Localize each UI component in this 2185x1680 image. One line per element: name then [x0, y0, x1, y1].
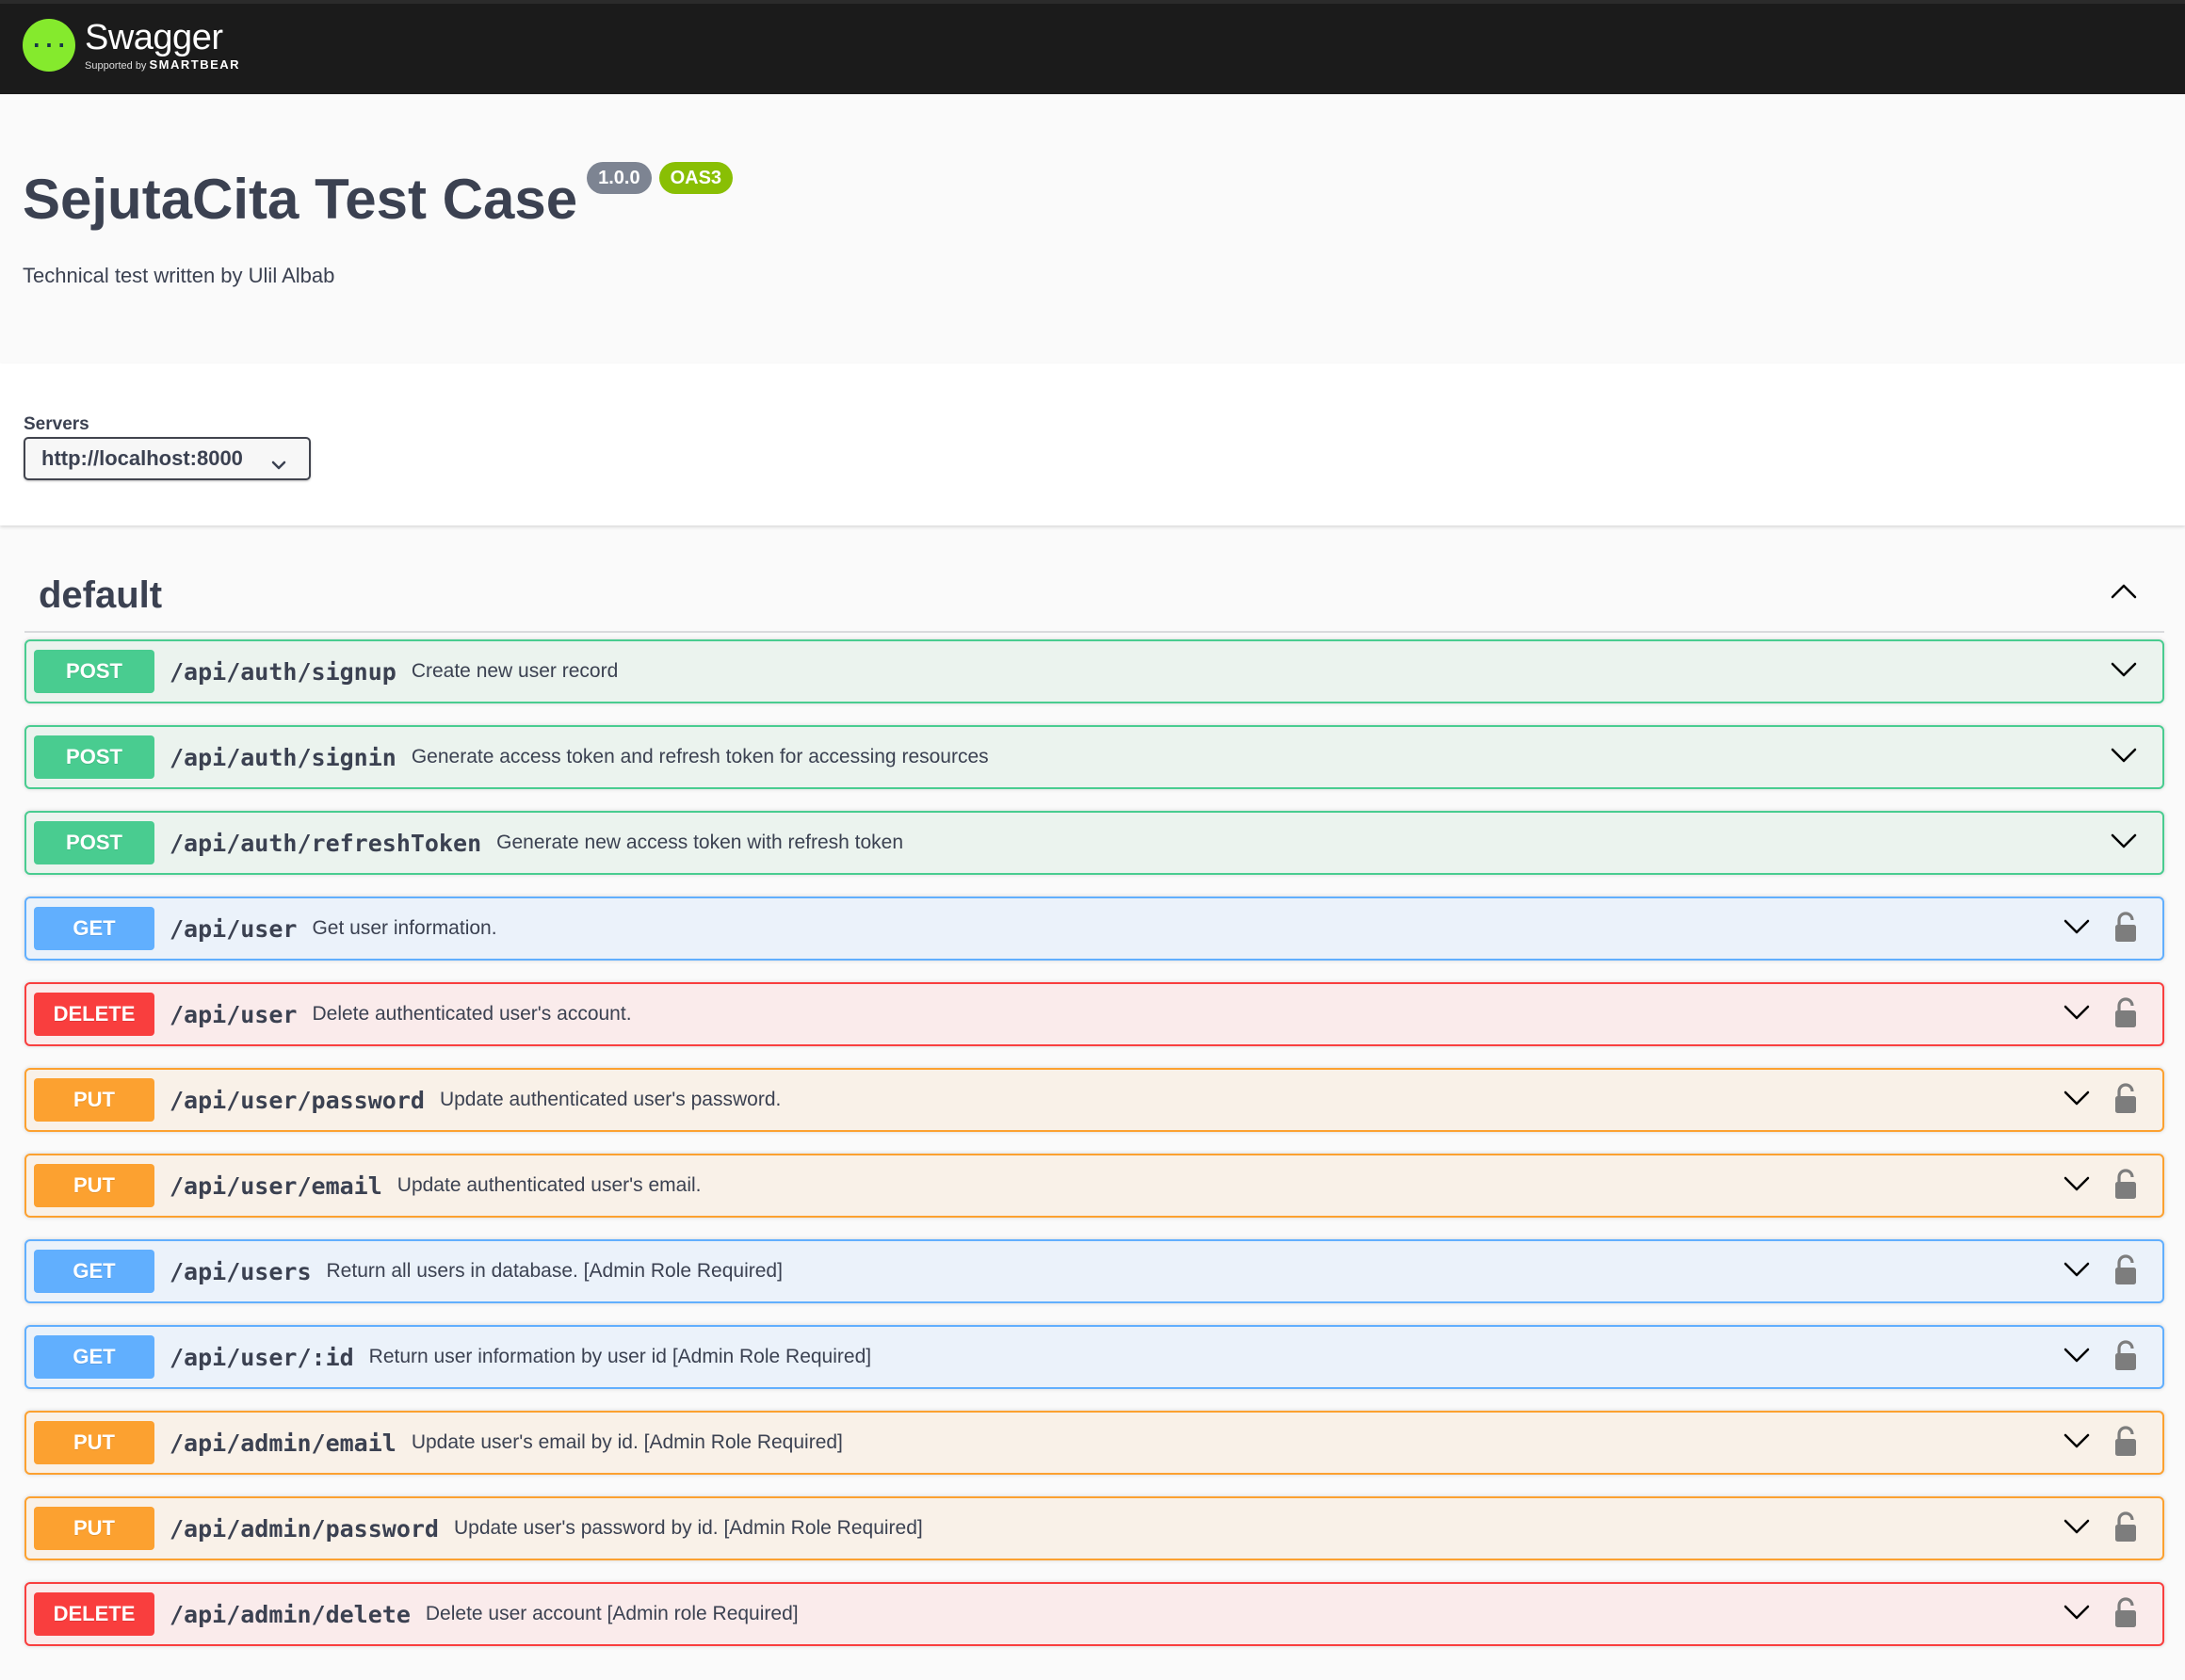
operation-row[interactable]: GET/api/user/:id Return user information … — [24, 1325, 2164, 1389]
operation-path: /api/admin/delete — [170, 1600, 411, 1628]
operation-row[interactable]: DELETE/api/admin/delete Delete user accou… — [24, 1582, 2164, 1646]
operation-summary: Update user's password by id. [Admin Rol… — [453, 1517, 923, 1539]
operation-row[interactable]: POST/api/auth/refreshToken Generate new a… — [24, 811, 2164, 875]
chevron-down-icon[interactable] — [2063, 1089, 2091, 1112]
operation-path: /api/auth/refreshToken — [170, 829, 482, 857]
operations-list: POST/api/auth/signup Create new user reco… — [24, 639, 2164, 1668]
method-badge: DELETE — [34, 993, 154, 1036]
chevron-down-icon[interactable] — [2063, 1174, 2091, 1198]
operation-path: /api/user — [170, 1000, 298, 1028]
lock-icon[interactable] — [2113, 912, 2138, 948]
tag-name: default — [39, 574, 163, 616]
operation-path: /api/admin/email — [170, 1429, 397, 1457]
operation-row[interactable]: GET/api/user Get user information. — [24, 897, 2164, 961]
lock-icon[interactable] — [2113, 1511, 2138, 1548]
lock-icon[interactable] — [2113, 1169, 2138, 1205]
operation-row[interactable]: PUT/api/user/password Update authenticate… — [24, 1068, 2164, 1132]
operation-path: /api/user/password — [170, 1086, 425, 1114]
supported-prefix: Supported by — [85, 59, 147, 72]
chevron-down-icon — [271, 452, 286, 477]
method-badge: GET — [34, 1250, 154, 1293]
topbar: {···} Swagger Supported by SMARTBEAR — [0, 0, 2185, 94]
operation-summary: Return user information by user id [Admi… — [368, 1346, 872, 1367]
operation-row[interactable]: GET/api/users Return all users in databas… — [24, 1239, 2164, 1303]
operation-row[interactable]: DELETE/api/user Delete authenticated user… — [24, 982, 2164, 1046]
operation-summary: Create new user record — [411, 660, 619, 682]
api-title: SejutaCita Test Case — [23, 168, 578, 231]
tag-header-default[interactable]: default — [24, 559, 2164, 633]
operation-path: /api/user/email — [170, 1171, 382, 1200]
method-badge: DELETE — [34, 1592, 154, 1636]
operation-summary: Update authenticated user's email. — [397, 1174, 702, 1196]
supported-by: Supported by SMARTBEAR — [85, 58, 240, 72]
operation-summary: Update authenticated user's password. — [439, 1089, 782, 1110]
oas-badge: OAS3 — [658, 162, 734, 194]
operation-summary: Delete user account [Admin role Required… — [425, 1603, 799, 1624]
version-badge: 1.0.0 — [587, 162, 652, 194]
lock-icon[interactable] — [2113, 1254, 2138, 1291]
chevron-down-icon[interactable] — [2110, 746, 2138, 769]
api-description: Technical test written by Ulil Albab — [23, 264, 335, 287]
lock-icon[interactable] — [2113, 1597, 2138, 1634]
operation-path: /api/users — [170, 1257, 312, 1285]
method-badge: POST — [34, 821, 154, 864]
chevron-down-icon[interactable] — [2063, 1431, 2091, 1455]
method-badge: POST — [34, 735, 154, 779]
swagger-braces-icon: {···} — [23, 19, 75, 72]
operation-path: /api/admin/password — [170, 1514, 439, 1543]
lock-icon[interactable] — [2113, 997, 2138, 1034]
chevron-down-icon[interactable] — [2110, 660, 2138, 684]
operation-row[interactable]: PUT/api/admin/password Update user's pass… — [24, 1496, 2164, 1560]
operation-summary: Generate new access token with refresh t… — [496, 832, 904, 853]
method-badge: PUT — [34, 1164, 154, 1207]
operation-summary: Update user's email by id. [Admin Role R… — [411, 1431, 843, 1453]
operation-summary: Generate access token and refresh token … — [411, 746, 989, 767]
operation-path: /api/user/:id — [170, 1343, 354, 1371]
chevron-down-icon[interactable] — [2063, 1260, 2091, 1284]
chevron-down-icon[interactable] — [2063, 1346, 2091, 1369]
lock-icon[interactable] — [2113, 1426, 2138, 1462]
operation-row[interactable]: POST/api/auth/signin Generate access toke… — [24, 725, 2164, 789]
api-info: SejutaCita Test Case 1.0.0 OAS3 Technica… — [0, 94, 2185, 363]
operation-summary: Return all users in database. [Admin Rol… — [326, 1260, 783, 1282]
swagger-logo-link[interactable]: {···} Swagger Supported by SMARTBEAR — [23, 19, 240, 72]
chevron-down-icon[interactable] — [2063, 1517, 2091, 1541]
servers-label: Servers — [24, 414, 89, 434]
operation-summary: Delete authenticated user's account. — [312, 1003, 632, 1025]
chevron-down-icon[interactable] — [2063, 1003, 2091, 1026]
operation-path: /api/auth/signup — [170, 657, 397, 686]
operation-row[interactable]: PUT/api/admin/email Update user's email b… — [24, 1411, 2164, 1475]
lock-icon[interactable] — [2113, 1340, 2138, 1377]
method-badge: POST — [34, 650, 154, 693]
method-badge: PUT — [34, 1078, 154, 1122]
method-badge: GET — [34, 1335, 154, 1379]
operation-path: /api/user — [170, 914, 298, 943]
svg-text:{···}: {···} — [30, 35, 68, 58]
supported-brand: SMARTBEAR — [149, 57, 241, 72]
operation-row[interactable]: POST/api/auth/signup Create new user reco… — [24, 639, 2164, 703]
method-badge: PUT — [34, 1421, 154, 1464]
chevron-down-icon[interactable] — [2063, 1603, 2091, 1626]
operation-path: /api/auth/signin — [170, 743, 397, 771]
brand-name: Swagger — [85, 17, 223, 57]
chevron-up-icon[interactable] — [2110, 582, 2138, 606]
servers-section: Servers http://localhost:8000 — [0, 363, 2185, 525]
chevron-down-icon[interactable] — [2110, 832, 2138, 855]
method-badge: GET — [34, 907, 154, 950]
method-badge: PUT — [34, 1507, 154, 1550]
operation-summary: Get user information. — [312, 917, 497, 939]
servers-selected-value: http://localhost:8000 — [41, 446, 243, 470]
operation-row[interactable]: PUT/api/user/email Update authenticated u… — [24, 1154, 2164, 1218]
servers-select[interactable]: http://localhost:8000 — [24, 437, 311, 480]
chevron-down-icon[interactable] — [2063, 917, 2091, 941]
lock-icon[interactable] — [2113, 1083, 2138, 1120]
